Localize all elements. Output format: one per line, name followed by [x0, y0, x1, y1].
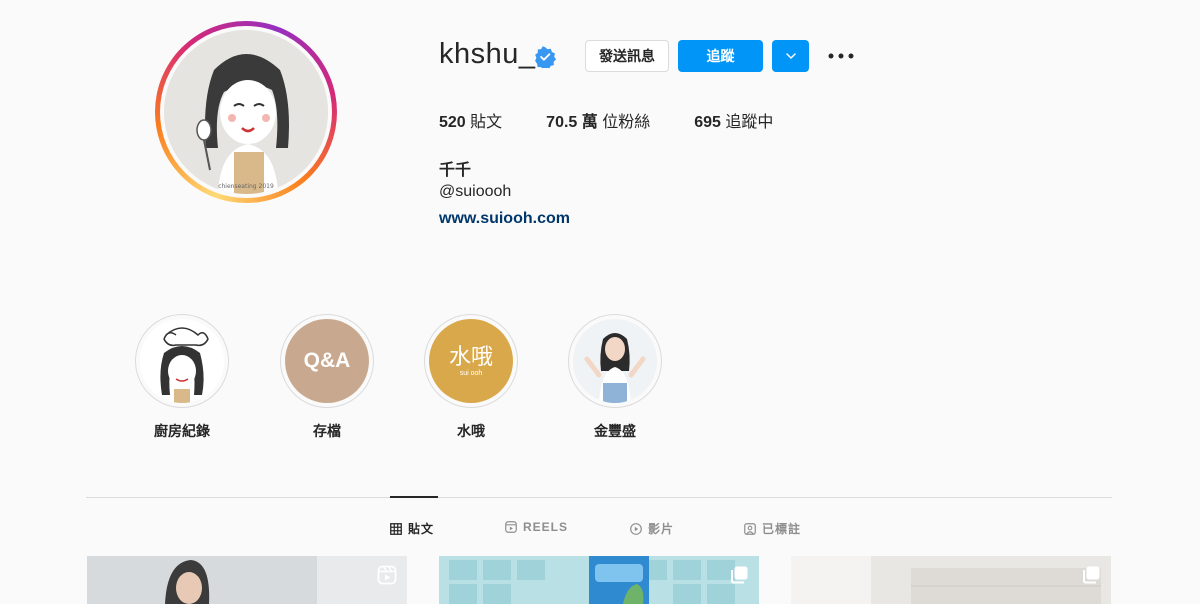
stat-following-label: 追蹤中 — [725, 114, 774, 131]
highlight-cover-image — [573, 319, 657, 403]
profile-avatar-ring[interactable]: chienseating 2019 — [155, 21, 337, 203]
tab-reels[interactable]: REELS — [505, 520, 568, 534]
stat-posts-label: 貼文 — [470, 114, 503, 131]
profile-website-link[interactable]: www.suiooh.com — [439, 210, 570, 228]
tab-tagged[interactable]: 已標註 — [744, 520, 801, 537]
post-thumbnail[interactable] — [87, 556, 407, 604]
highlight-cover-image — [140, 319, 224, 403]
reels-badge-icon — [377, 565, 397, 585]
stat-posts-count: 520 — [439, 114, 466, 131]
highlight-cover-image: Q&A — [285, 319, 369, 403]
profile-username: khshu_ — [439, 38, 536, 70]
stat-posts: 520 貼文 — [439, 108, 502, 132]
stat-following-count: 695 — [694, 114, 721, 131]
tab-posts[interactable]: 貼文 — [390, 520, 434, 537]
video-play-icon — [630, 522, 642, 535]
tab-label: 影片 — [648, 522, 675, 536]
profile-bio-handle[interactable]: @suioooh — [439, 183, 511, 201]
highlight-cover-logo: 水哦 — [448, 344, 493, 370]
highlight-label: 金豐盛 — [594, 423, 636, 439]
suggested-accounts-dropdown-button[interactable] — [772, 40, 809, 72]
highlight-item[interactable]: Q&A 存檔 — [279, 314, 375, 441]
stat-followers-label: 位粉絲 — [602, 114, 651, 131]
post-image — [87, 556, 407, 604]
verified-badge-icon — [535, 46, 556, 68]
carousel-badge-icon — [731, 566, 748, 584]
post-thumbnail[interactable] — [439, 556, 759, 604]
post-image — [791, 556, 1111, 604]
highlight-cover-image: 水哦 sui ooh — [429, 319, 513, 403]
send-message-button[interactable]: 發送訊息 — [585, 40, 669, 72]
profile-full-name: 千千 — [439, 162, 472, 179]
more-horizontal-icon — [828, 53, 854, 59]
post-image — [439, 556, 759, 604]
reels-icon — [505, 521, 517, 533]
stat-followers-count: 70.5 萬 — [546, 114, 598, 131]
follow-button[interactable]: 追蹤 — [678, 40, 763, 72]
stat-following[interactable]: 695 追蹤中 — [694, 108, 773, 132]
tab-label: 已標註 — [762, 522, 802, 536]
chevron-down-icon — [785, 53, 796, 60]
highlight-item[interactable]: 金豐盛 — [567, 314, 663, 441]
profile-avatar[interactable]: chienseating 2019 — [164, 30, 328, 194]
tabs-divider — [86, 497, 1112, 498]
tagged-icon — [744, 522, 756, 535]
highlight-item[interactable]: 廚房紀錄 — [134, 314, 230, 441]
tab-label: REELS — [523, 520, 569, 534]
highlight-label: 廚房紀錄 — [154, 423, 210, 439]
stat-followers[interactable]: 70.5 萬 位粉絲 — [546, 108, 650, 132]
highlight-label: 存檔 — [313, 423, 341, 439]
grid-icon — [390, 522, 402, 535]
avatar-watermark: chienseating 2019 — [218, 183, 274, 190]
carousel-badge-icon — [1083, 566, 1100, 584]
post-thumbnail[interactable] — [791, 556, 1111, 604]
tab-videos[interactable]: 影片 — [630, 520, 674, 537]
more-options-button[interactable] — [826, 44, 856, 68]
highlight-cover-subtext: sui ooh — [459, 369, 483, 377]
active-tab-indicator — [390, 496, 438, 498]
highlight-cover-text: Q&A — [303, 349, 351, 372]
highlight-label: 水哦 — [457, 423, 485, 439]
tab-label: 貼文 — [408, 522, 435, 536]
highlight-item[interactable]: 水哦 sui ooh 水哦 — [423, 314, 519, 441]
profile-stats: 520 貼文 70.5 萬 位粉絲 695 追蹤中 — [439, 108, 817, 132]
